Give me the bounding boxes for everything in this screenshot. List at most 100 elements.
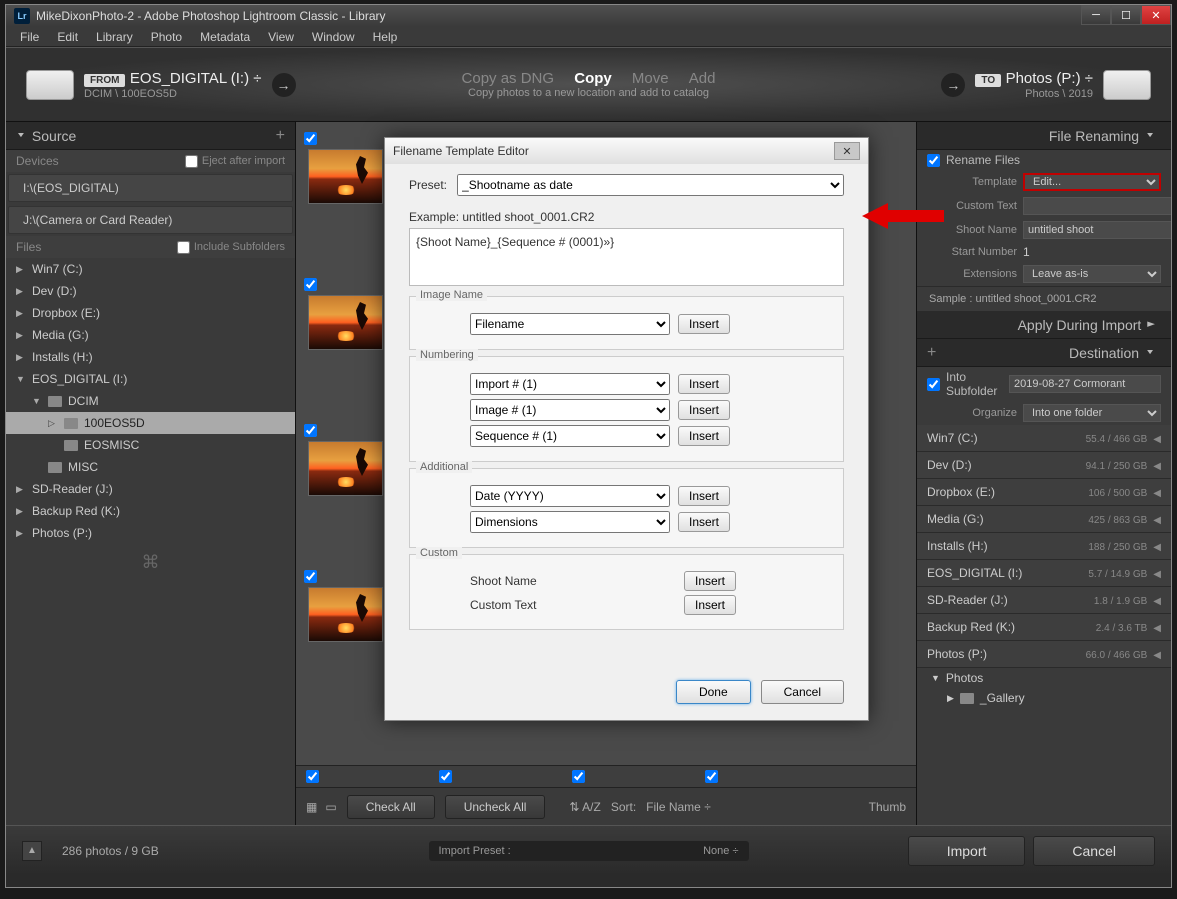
thumbnail[interactable]	[308, 587, 383, 642]
preset-select[interactable]: _Shootname as date	[457, 174, 844, 196]
menu-window[interactable]: Window	[304, 28, 363, 46]
device-item[interactable]: I:\(EOS_DIGITAL)	[8, 174, 293, 202]
close-button[interactable]: ✕	[1141, 5, 1171, 25]
insert-button[interactable]: Insert	[684, 571, 736, 591]
grid-view-icon[interactable]: ▦	[306, 800, 315, 814]
import-button[interactable]: Import	[908, 836, 1026, 866]
row-checkbox[interactable]	[572, 770, 585, 783]
import-preset-dropdown[interactable]: Import Preset :None ÷	[429, 841, 749, 861]
insert-button[interactable]: Insert	[678, 374, 730, 394]
custom-text-input[interactable]	[1023, 197, 1171, 215]
minimize-button[interactable]: ─	[1081, 5, 1111, 25]
folder-dcim[interactable]: ▼DCIM	[6, 390, 295, 412]
sequence-number-select[interactable]: Sequence # (1)	[470, 425, 670, 447]
subfolders-checkbox[interactable]	[177, 241, 190, 254]
extensions-select[interactable]: Leave as-is	[1023, 265, 1161, 283]
folder-100eos5d[interactable]: ▷100EOS5D	[6, 412, 295, 434]
drive-row[interactable]: ▶Media (G:)	[6, 324, 295, 346]
rename-files-checkbox[interactable]	[927, 154, 940, 167]
menu-photo[interactable]: Photo	[143, 28, 190, 46]
add-source-icon[interactable]: +	[276, 127, 285, 145]
menu-file[interactable]: File	[12, 28, 47, 46]
eject-checkbox[interactable]	[185, 155, 198, 168]
check-all-button[interactable]: Check All	[347, 795, 435, 819]
apply-during-import-header[interactable]: Apply During Import▶	[917, 311, 1171, 339]
insert-button[interactable]: Insert	[678, 426, 730, 446]
menu-metadata[interactable]: Metadata	[192, 28, 258, 46]
destination-drive-row[interactable]: EOS_DIGITAL (I:)5.7 / 14.9 GB◀	[917, 560, 1171, 587]
file-renaming-header[interactable]: File Renaming▼	[917, 122, 1171, 150]
destination-drive-row[interactable]: SD-Reader (J:)1.8 / 1.9 GB◀	[917, 587, 1171, 614]
organize-select[interactable]: Into one folder	[1023, 404, 1161, 422]
sort-field[interactable]: File Name ÷	[646, 800, 711, 814]
action-copy-dng[interactable]: Copy as DNG	[454, 70, 563, 87]
thumb-checkbox[interactable]	[304, 570, 317, 583]
into-subfolder-checkbox[interactable]	[927, 378, 940, 391]
date-select[interactable]: Date (YYYY)	[470, 485, 670, 507]
insert-button[interactable]: Insert	[678, 314, 730, 334]
uncheck-all-button[interactable]: Uncheck All	[445, 795, 546, 819]
drive-row-eos[interactable]: ▼EOS_DIGITAL (I:)	[6, 368, 295, 390]
insert-button[interactable]: Insert	[678, 512, 730, 532]
menu-library[interactable]: Library	[88, 28, 141, 46]
insert-button[interactable]: Insert	[678, 486, 730, 506]
drive-row[interactable]: ▶Backup Red (K:)	[6, 500, 295, 522]
destination-drive-row[interactable]: Media (G:)425 / 863 GB◀	[917, 506, 1171, 533]
loupe-view-icon[interactable]: ▭	[325, 800, 336, 814]
dest-folder-photos[interactable]: ▼Photos	[917, 668, 1171, 688]
device-item[interactable]: J:\(Camera or Card Reader)	[8, 206, 293, 234]
subfolder-input[interactable]	[1009, 375, 1161, 393]
drive-row[interactable]: ▶Win7 (C:)	[6, 258, 295, 280]
thumb-checkbox[interactable]	[304, 424, 317, 437]
import-number-select[interactable]: Import # (1)	[470, 373, 670, 395]
action-add[interactable]: Add	[681, 70, 724, 87]
menu-edit[interactable]: Edit	[49, 28, 86, 46]
from-location[interactable]: EOS_DIGITAL (I:) ÷	[130, 70, 262, 87]
drive-row[interactable]: ▶Dropbox (E:)	[6, 302, 295, 324]
insert-button[interactable]: Insert	[678, 400, 730, 420]
menu-view[interactable]: View	[260, 28, 302, 46]
drive-row[interactable]: ▶Photos (P:)	[6, 522, 295, 544]
row-checkbox[interactable]	[439, 770, 452, 783]
filename-select[interactable]: Filename	[470, 313, 670, 335]
maximize-button[interactable]: ☐	[1111, 5, 1141, 25]
folder-eosmisc[interactable]: EOSMISC	[6, 434, 295, 456]
drive-row[interactable]: ▶Installs (H:)	[6, 346, 295, 368]
expand-filmstrip-button[interactable]: ▲	[22, 841, 42, 861]
template-text-input[interactable]: {Shoot Name}_{Sequence # (0001)»}	[409, 228, 844, 286]
thumbnail[interactable]	[308, 295, 383, 350]
arrow-right-icon-2[interactable]: →	[941, 73, 965, 97]
done-button[interactable]: Done	[676, 680, 751, 704]
destination-drive-row[interactable]: Installs (H:)188 / 250 GB◀	[917, 533, 1171, 560]
action-copy[interactable]: Copy	[566, 70, 620, 87]
template-select[interactable]: Edit...	[1023, 173, 1161, 191]
thumbnail[interactable]	[308, 441, 383, 496]
source-panel-header[interactable]: ▼Source+	[6, 122, 295, 150]
arrow-right-icon[interactable]: →	[272, 73, 296, 97]
dimensions-select[interactable]: Dimensions	[470, 511, 670, 533]
insert-button[interactable]: Insert	[684, 595, 736, 615]
folder-misc[interactable]: MISC	[6, 456, 295, 478]
sort-az-icon[interactable]: ⇅ A/Z	[569, 800, 600, 814]
dest-folder-gallery[interactable]: ▶_Gallery	[917, 688, 1171, 708]
dialog-close-button[interactable]: ✕	[834, 142, 860, 160]
image-number-select[interactable]: Image # (1)	[470, 399, 670, 421]
cancel-button[interactable]: Cancel	[1033, 836, 1155, 866]
destination-drive-row[interactable]: Photos (P:)66.0 / 466 GB◀	[917, 641, 1171, 668]
thumb-checkbox[interactable]	[304, 132, 317, 145]
cancel-dialog-button[interactable]: Cancel	[761, 680, 844, 704]
thumbnail[interactable]	[308, 149, 383, 204]
destination-drive-row[interactable]: Backup Red (K:)2.4 / 3.6 TB◀	[917, 614, 1171, 641]
shoot-name-input[interactable]	[1023, 221, 1171, 239]
to-location[interactable]: Photos (P:) ÷	[1006, 70, 1093, 87]
row-checkbox[interactable]	[705, 770, 718, 783]
drive-row[interactable]: ▶SD-Reader (J:)	[6, 478, 295, 500]
destination-drive-row[interactable]: Dropbox (E:)106 / 500 GB◀	[917, 479, 1171, 506]
destination-drive-row[interactable]: Dev (D:)94.1 / 250 GB◀	[917, 452, 1171, 479]
drive-row[interactable]: ▶Dev (D:)	[6, 280, 295, 302]
add-dest-icon[interactable]: +	[927, 344, 936, 362]
row-checkbox[interactable]	[306, 770, 319, 783]
menu-help[interactable]: Help	[365, 28, 406, 46]
thumb-checkbox[interactable]	[304, 278, 317, 291]
destination-drive-row[interactable]: Win7 (C:)55.4 / 466 GB◀	[917, 425, 1171, 452]
